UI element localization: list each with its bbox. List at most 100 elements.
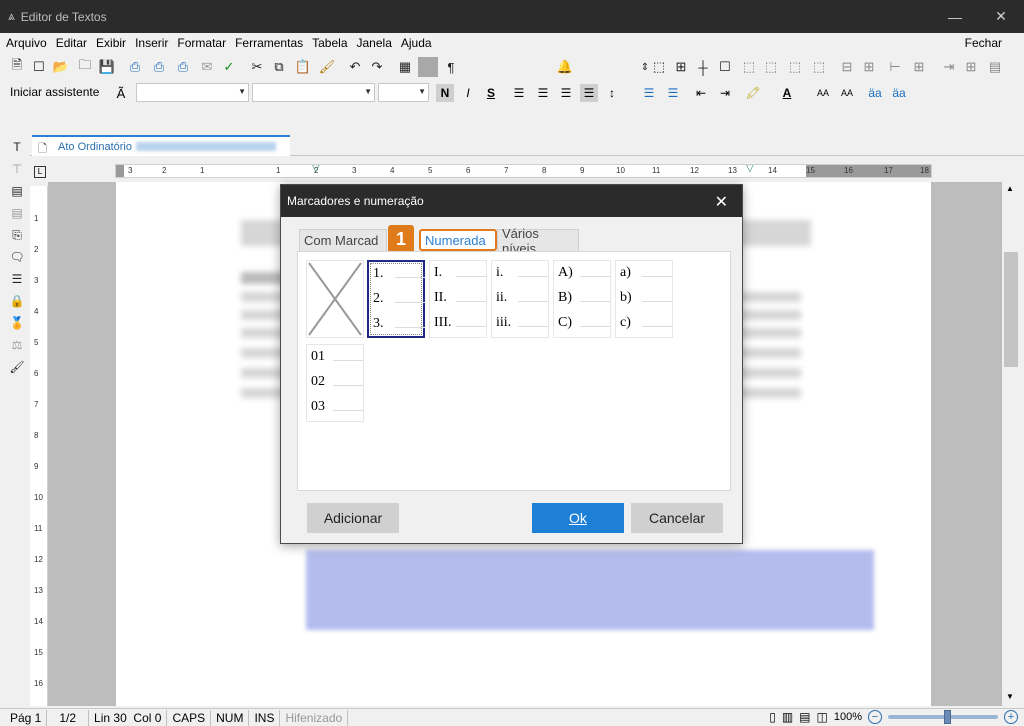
zoom-slider[interactable] xyxy=(888,710,998,724)
numbering-option-alpha-lower[interactable]: a) b) c) xyxy=(615,260,673,338)
borders-left-icon[interactable]: ⬚ xyxy=(740,58,758,76)
lock-icon[interactable]: 🔒 xyxy=(8,292,26,310)
style-icon[interactable]: Ã xyxy=(112,84,130,102)
table-icon[interactable]: ▦ xyxy=(396,58,414,76)
comment-icon[interactable]: 🗨 xyxy=(8,248,26,266)
align-center-icon[interactable]: ☰ xyxy=(534,84,552,102)
close-document-menu[interactable]: Fechar xyxy=(965,36,1002,50)
borders-none-icon[interactable]: ⬚ xyxy=(650,58,668,76)
menu-item-tabela[interactable]: Tabela xyxy=(312,36,347,50)
tab-stop-selector[interactable]: L xyxy=(34,166,46,178)
delete-row-icon[interactable]: ⇥ xyxy=(940,58,958,76)
field-icon[interactable]: ⊤ xyxy=(8,160,26,178)
line-spacing-icon[interactable]: ↕ xyxy=(603,84,621,102)
numbering-option-zero-padded[interactable]: 01 02 03 xyxy=(306,344,364,422)
save-icon[interactable]: 💾 xyxy=(98,58,116,76)
print-settings-icon[interactable]: ⎙ xyxy=(174,58,192,76)
insert-object-icon[interactable]: ▤ xyxy=(8,182,26,200)
underline-button[interactable]: S xyxy=(482,84,500,102)
borders-right-icon[interactable]: ⬚ xyxy=(762,58,780,76)
zoom-out-icon[interactable]: − xyxy=(868,710,882,724)
insert-frame-icon[interactable]: ▤ xyxy=(8,204,26,222)
menu-item-arquivo[interactable]: Arquivo xyxy=(6,36,47,50)
style-combo[interactable]: ▼ xyxy=(136,83,249,102)
bold-button[interactable]: N xyxy=(436,84,454,102)
numbered-list-icon[interactable]: ☰ xyxy=(664,84,682,102)
scroll-down-icon[interactable]: ▼ xyxy=(1006,692,1014,701)
bullet-list-icon[interactable]: ☰ xyxy=(640,84,658,102)
redo-icon[interactable]: ↷ xyxy=(368,58,386,76)
menu-item-editar[interactable]: Editar xyxy=(56,36,87,50)
font-size-combo[interactable]: ▼ xyxy=(378,83,429,102)
assistant-label[interactable]: Iniciar assistente xyxy=(10,85,99,99)
indent-marker-icon[interactable]: ▽ xyxy=(312,165,320,174)
menu-item-exibir[interactable]: Exibir xyxy=(96,36,126,50)
cancel-button[interactable]: Cancelar xyxy=(631,503,723,533)
frame-icon[interactable] xyxy=(418,57,438,77)
highlight-icon[interactable]: 🖍 xyxy=(744,84,762,102)
font-combo[interactable]: ▼ xyxy=(252,83,375,102)
open-recent-icon[interactable]: 🗀 xyxy=(76,57,94,76)
insert-row-icon[interactable]: ⊢ xyxy=(886,58,904,76)
numbering-option-roman-upper[interactable]: I. II. III. xyxy=(429,260,487,338)
zoom-level[interactable]: 100% xyxy=(834,711,862,723)
numbering-option-alpha-upper[interactable]: A) B) C) xyxy=(553,260,611,338)
email-icon[interactable]: ✉ xyxy=(198,58,216,76)
shrink-font-icon[interactable]: AA xyxy=(838,84,856,102)
bell-icon[interactable]: 🔔 xyxy=(556,58,574,76)
vertical-ruler[interactable]: 1 2 3 4 5 6 7 8 9 10 11 12 13 14 15 16 xyxy=(30,186,48,706)
page-view-multi-icon[interactable]: ▥ xyxy=(782,710,793,724)
scroll-thumb[interactable] xyxy=(1004,252,1018,367)
borders-inner-icon[interactable]: ┼ xyxy=(694,58,712,76)
numbering-option-none[interactable] xyxy=(306,260,364,338)
add-button[interactable]: Adicionar xyxy=(307,503,399,533)
vertical-scrollbar[interactable]: ▲ ▼ xyxy=(1002,182,1020,706)
italic-button[interactable]: I xyxy=(459,84,477,102)
table-merge-icon[interactable]: ⊞ xyxy=(860,58,878,76)
grow-font-icon[interactable]: AA xyxy=(814,84,832,102)
insert-column-icon[interactable]: ⊞ xyxy=(910,58,928,76)
document-tab[interactable]: 🗋 Ato Ordinatório xyxy=(32,135,290,156)
borders-bottom-icon[interactable]: ⬚ xyxy=(810,58,828,76)
tab-numbered[interactable]: Numerada xyxy=(419,229,497,251)
list-icon[interactable]: ☰ xyxy=(8,270,26,288)
paint-roller-icon[interactable]: 🖌 xyxy=(8,358,26,376)
spellcheck-icon[interactable]: ✓ xyxy=(220,58,238,76)
clipboard-icon[interactable]: ⎘ xyxy=(8,226,26,244)
tab-multilevel[interactable]: Vários níveis xyxy=(497,226,579,256)
pilcrow-icon[interactable]: ¶ xyxy=(442,58,460,76)
borders-all-icon[interactable]: ⊞ xyxy=(672,58,690,76)
format-paintbrush-icon[interactable]: 🖌 xyxy=(318,58,336,76)
copy-icon[interactable]: ⧉ xyxy=(270,58,288,76)
align-right-icon[interactable]: ☰ xyxy=(557,84,575,102)
borders-top-icon[interactable]: ⬚ xyxy=(786,58,804,76)
close-window-button[interactable]: ✕ xyxy=(978,0,1024,33)
zoom-slider-thumb[interactable] xyxy=(944,710,951,724)
borders-outer-icon[interactable]: ☐ xyxy=(716,58,734,76)
delete-column-icon[interactable]: ⊞ xyxy=(962,58,980,76)
open-folder-icon[interactable]: 📂 xyxy=(52,58,70,76)
tab-bullets[interactable]: Com Marcad xyxy=(299,229,387,251)
subscript-icon[interactable]: äa xyxy=(890,84,908,102)
text-tool-icon[interactable]: T xyxy=(8,138,26,156)
page-view-book-icon[interactable]: ◫ xyxy=(817,710,828,724)
new-from-template-icon[interactable]: 🗎 xyxy=(8,57,26,76)
decrease-indent-icon[interactable]: ⇤ xyxy=(692,84,710,102)
award-icon[interactable]: 🏅 xyxy=(8,314,26,332)
page-view-single-icon[interactable]: ▯ xyxy=(769,710,776,724)
indent-marker-icon[interactable]: ▽ xyxy=(746,165,754,174)
scroll-up-icon[interactable]: ▲ xyxy=(1006,184,1014,193)
menu-item-ajuda[interactable]: Ajuda xyxy=(401,36,432,50)
minimize-button[interactable]: — xyxy=(932,0,978,33)
numbering-option-arabic-dot[interactable]: 1. 2. 3. xyxy=(367,260,425,338)
menu-item-formatar[interactable]: Formatar xyxy=(177,36,226,50)
print-icon[interactable]: ⎙ xyxy=(126,58,144,76)
paste-icon[interactable]: 📋 xyxy=(294,58,312,76)
new-document-icon[interactable]: ☐ xyxy=(30,58,48,76)
font-color-icon[interactable]: A xyxy=(778,84,796,102)
dialog-close-icon[interactable]: ✕ xyxy=(715,192,728,212)
zoom-in-icon[interactable]: + xyxy=(1004,710,1018,724)
table-autoformat-icon[interactable]: ▤ xyxy=(986,58,1004,76)
page-view-web-icon[interactable]: ▤ xyxy=(799,710,810,724)
table-split-icon[interactable]: ⊟ xyxy=(838,58,856,76)
